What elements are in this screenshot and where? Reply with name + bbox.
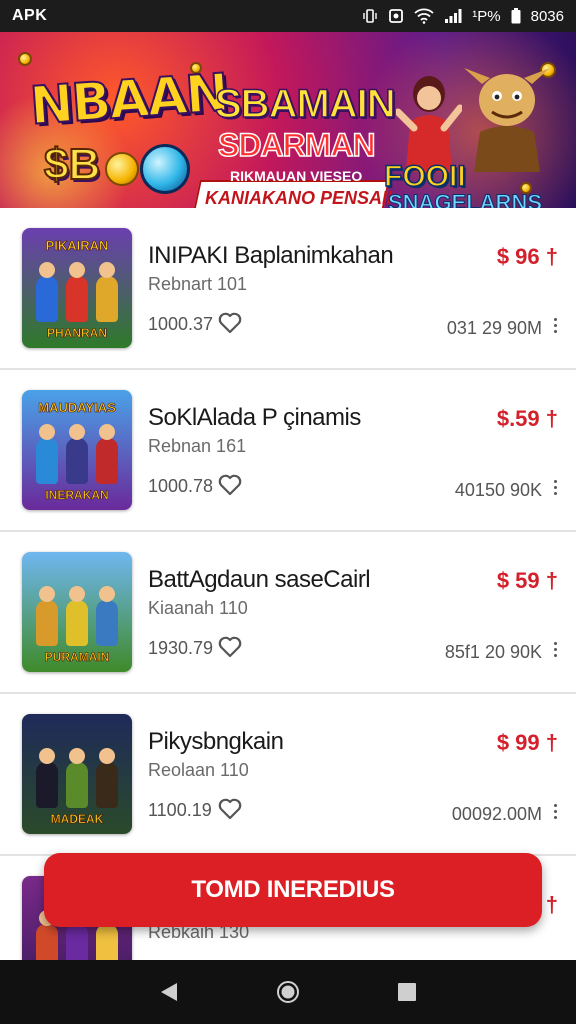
- thumbnail-caption: MADEAK: [50, 812, 104, 827]
- banner-title: NBAAN: [27, 62, 230, 138]
- item-size: 031 29 90M: [446, 318, 542, 338]
- app-thumbnail[interactable]: MADEAK: [22, 714, 132, 834]
- item-price: $ 96 †: [496, 244, 558, 269]
- item-title[interactable]: SoKlAlada P çinamis: [148, 404, 361, 432]
- signal-percent: ¹P%: [472, 7, 501, 25]
- alarm-icon: [388, 8, 404, 24]
- banner-ribbon-text: KANIAKANO PENSAII: [205, 188, 393, 208]
- status-icons: ¹P% 8036: [362, 8, 564, 25]
- item-size: 85f1 20 90K: [444, 642, 542, 662]
- more-options-icon[interactable]: [554, 480, 558, 498]
- item-size: 40150 90K: [454, 480, 542, 500]
- banner-logo-small: SNAGELARNS: [387, 190, 543, 209]
- thumbnail-caption: PURAMAIN: [44, 650, 110, 665]
- item-subtitle: Reolaan 110: [148, 760, 249, 780]
- banner-headline-2: SDARMAN: [217, 126, 376, 164]
- system-nav-bar: [0, 960, 576, 1024]
- item-price: $ 59 †: [496, 568, 558, 593]
- battery-icon: [511, 8, 521, 24]
- favorite-heart-icon[interactable]: [218, 312, 242, 339]
- wifi-icon: [414, 8, 434, 24]
- item-title[interactable]: Pikysbngkain: [148, 728, 284, 756]
- main-action-button[interactable]: TOMD INEREDIUS: [44, 853, 542, 927]
- favorite-heart-icon[interactable]: [218, 798, 242, 825]
- item-date: 1100.19: [148, 800, 212, 820]
- favorite-heart-icon[interactable]: [218, 474, 242, 501]
- goblin-character-icon: [464, 68, 550, 172]
- item-price: †: [545, 892, 558, 917]
- item-title[interactable]: INIPAKI Baplanimkahan: [148, 242, 394, 270]
- app-thumbnail[interactable]: PIKAIRAN PHANRAN: [22, 228, 132, 348]
- banner-ribbon-small: RIKMAUAN VIESEO: [230, 168, 363, 184]
- status-bar: APK ¹P% 8036: [0, 0, 576, 32]
- list-item[interactable]: MADEAK Pikysbngkain Reolaan 110 1100.19 …: [0, 694, 576, 856]
- recents-icon[interactable]: [387, 972, 427, 1012]
- more-options-icon[interactable]: [554, 804, 558, 822]
- item-date: 1000.37: [148, 314, 214, 334]
- app-thumbnail[interactable]: MAUDAYIAS INERAKAN: [22, 390, 132, 510]
- banner-logo: FOOII: [383, 159, 466, 194]
- promo-banner[interactable]: NBAAN $B SBAMAIN SDARMAN RIKMAUAN VIESEO…: [0, 32, 576, 208]
- back-icon[interactable]: [149, 972, 189, 1012]
- item-date: 1000.78: [148, 476, 214, 496]
- list-item[interactable]: PIKAIRAN PHANRAN INIPAKI Baplanimkahan R…: [0, 208, 576, 370]
- app-thumbnail[interactable]: PURAMAIN: [22, 552, 132, 672]
- signal-icon: [444, 8, 462, 24]
- item-title[interactable]: BattAgdaun saseCairl: [148, 566, 371, 594]
- item-price: $ 99 †: [496, 730, 558, 755]
- item-date: 1930.79: [148, 638, 214, 658]
- banner-money: $B: [43, 139, 101, 190]
- more-options-icon[interactable]: [554, 642, 558, 660]
- item-subtitle: Rebnan 161: [148, 436, 247, 456]
- thumbnail-title: MAUDAYIAS: [38, 400, 116, 416]
- thumbnail-caption: INERAKAN: [45, 488, 109, 503]
- item-size: 00092.00M: [451, 804, 542, 824]
- list-item[interactable]: PURAMAIN BattAgdaun saseCairl Kiaanah 11…: [0, 532, 576, 694]
- thumbnail-caption: PHANRAN: [47, 326, 108, 341]
- home-icon[interactable]: [268, 972, 308, 1012]
- list-item[interactable]: MAUDAYIAS INERAKAN SoKlAlada P çinamis R…: [0, 370, 576, 532]
- thumbnail-title: PIKAIRAN: [45, 238, 109, 254]
- favorite-heart-icon[interactable]: [218, 636, 242, 663]
- banner-headline: SBAMAIN: [214, 81, 396, 127]
- item-subtitle: Kiaanah 110: [148, 598, 248, 618]
- status-time: 8036: [530, 7, 564, 25]
- item-price: $.59 †: [496, 406, 558, 431]
- hero-character-icon: [396, 76, 462, 172]
- item-subtitle: Rebnart 101: [148, 274, 248, 294]
- more-options-icon[interactable]: [554, 318, 558, 336]
- status-app-label: APK: [12, 7, 48, 24]
- vibrate-icon: [362, 8, 378, 24]
- orb-graphic: [140, 144, 190, 194]
